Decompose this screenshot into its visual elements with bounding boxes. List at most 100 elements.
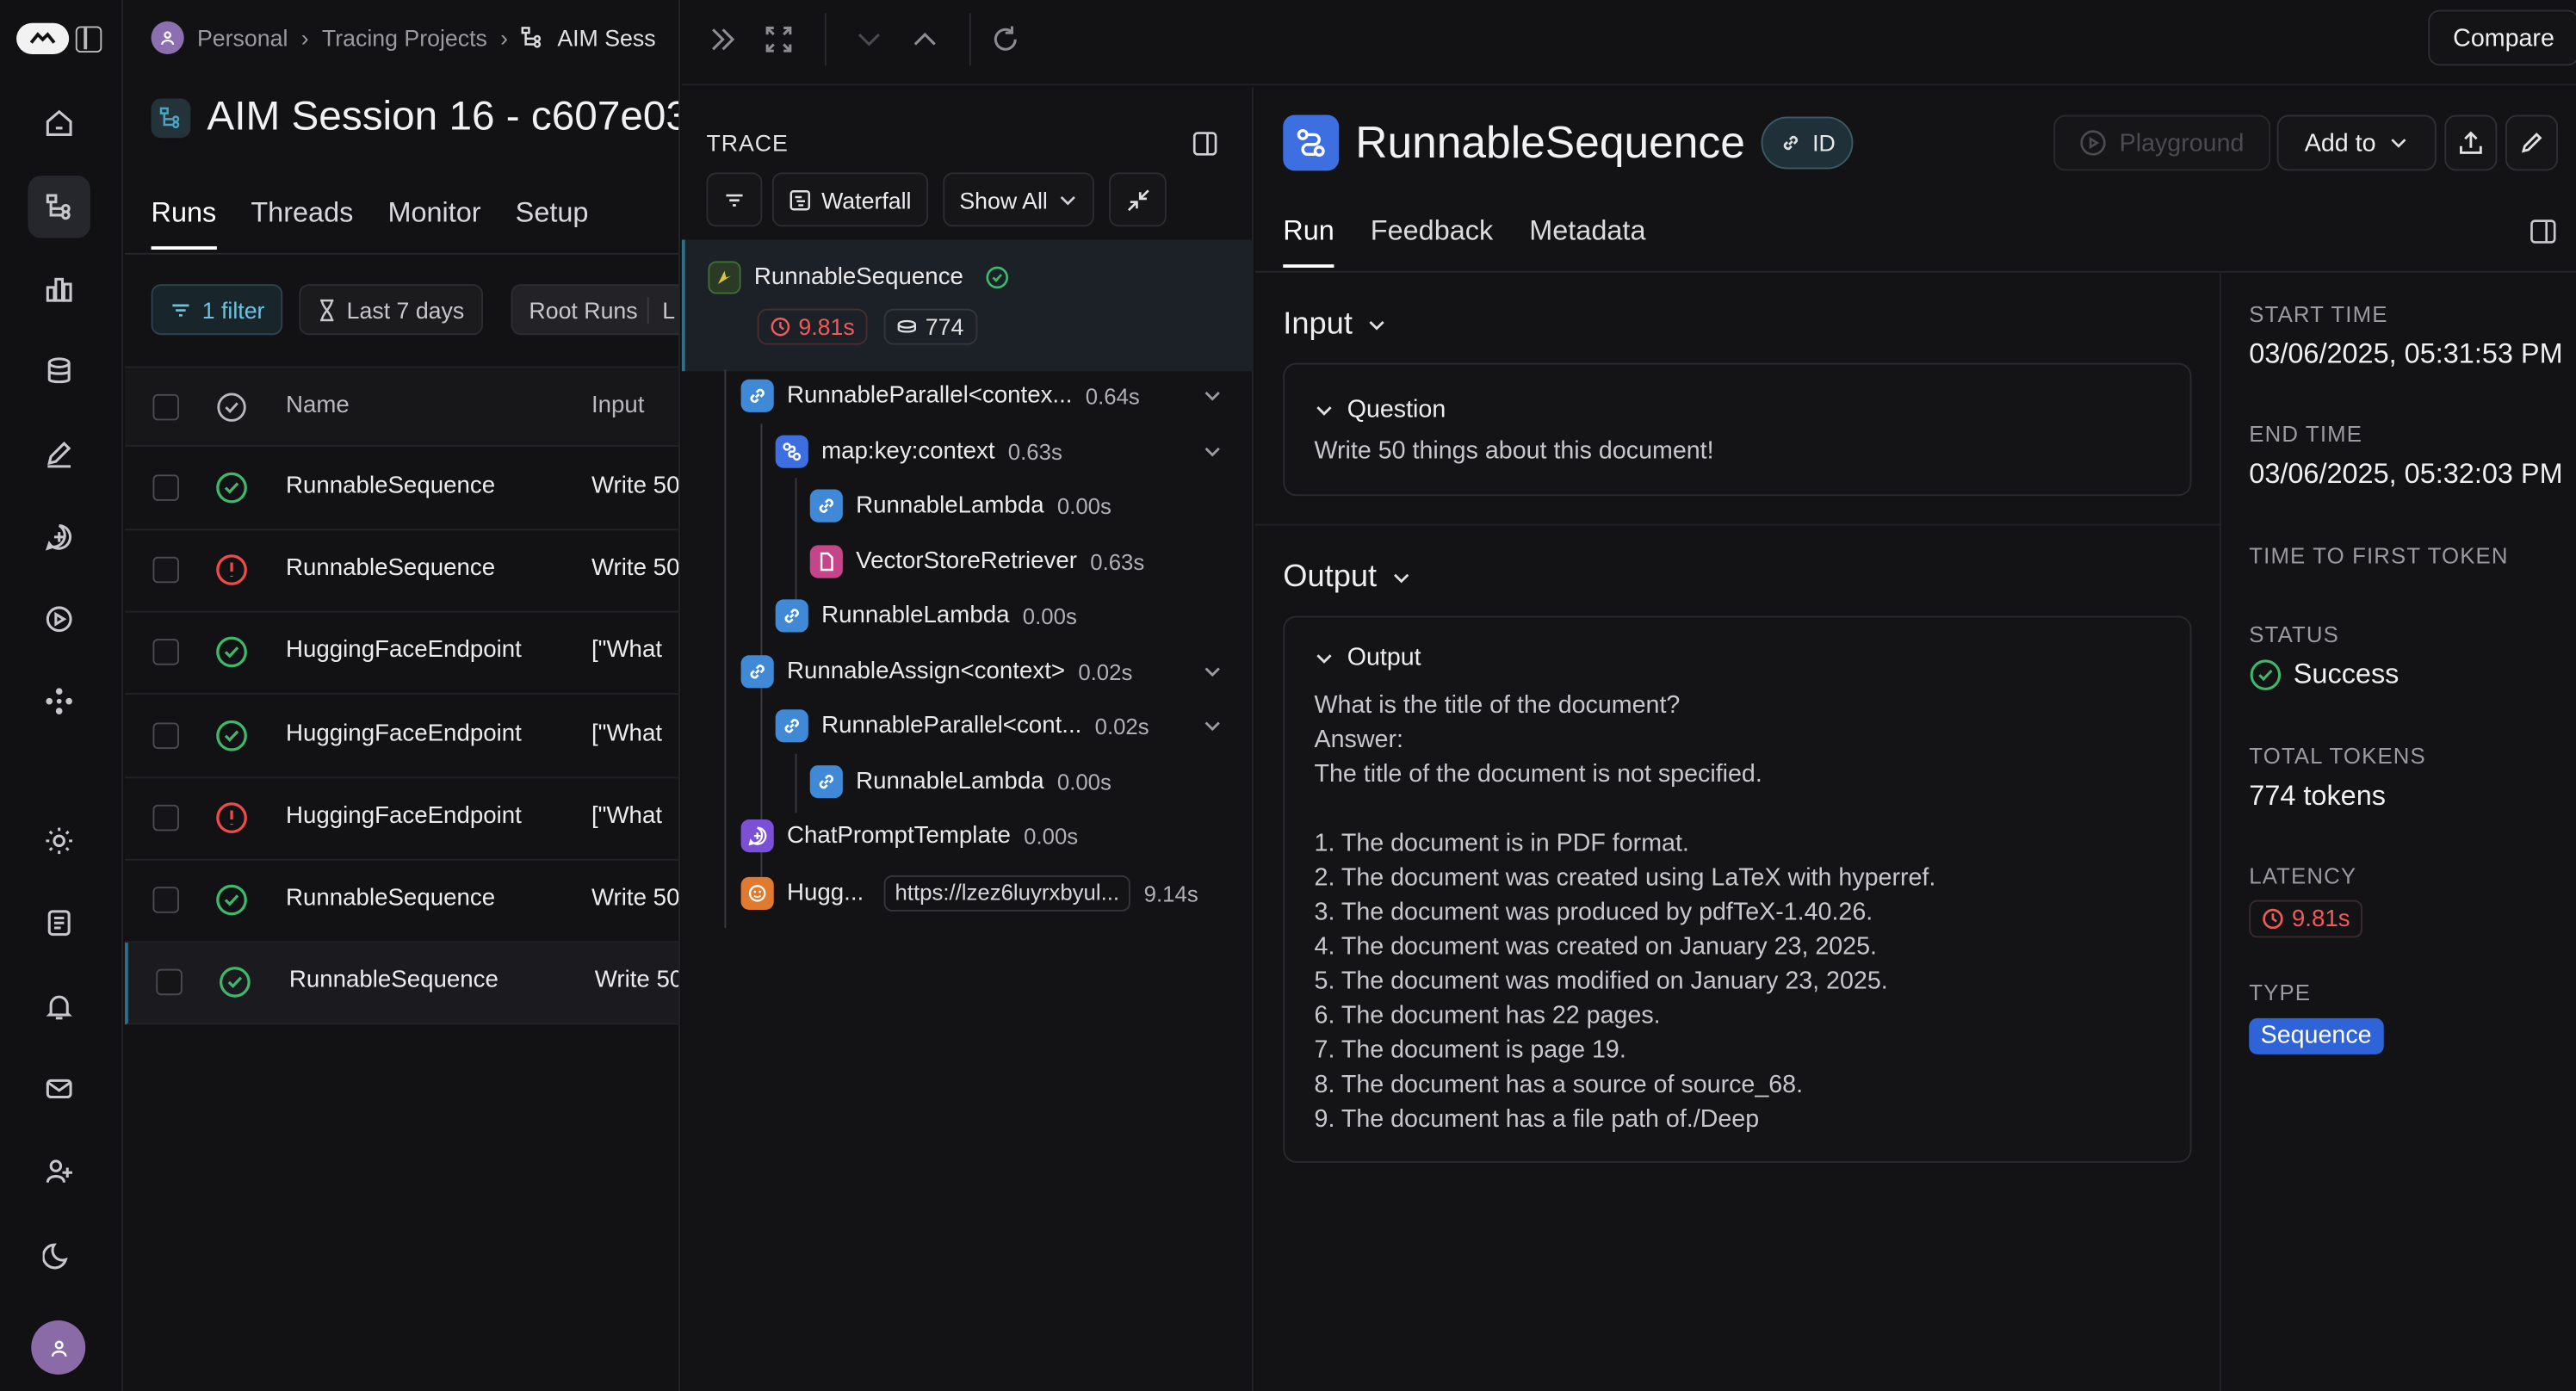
waterfall-label: Waterfall bbox=[821, 186, 912, 213]
row-checkbox[interactable] bbox=[152, 804, 179, 832]
show-all-dropdown[interactable]: Show All bbox=[943, 172, 1094, 227]
trace-node-duration: 0.00s bbox=[1024, 823, 1079, 849]
table-row[interactable]: HuggingFaceEndpoint ["What bbox=[125, 778, 679, 861]
trace-node[interactable]: Hugg... https://lzez6luyrxbyul... 9.14s bbox=[740, 875, 1198, 912]
playground-button[interactable]: Playground bbox=[2053, 114, 2271, 171]
panel-toggle-icon[interactable] bbox=[1192, 132, 1217, 157]
trace-node[interactable]: RunnableAssign<context> 0.02s bbox=[740, 655, 1132, 689]
row-checkbox[interactable] bbox=[152, 887, 179, 913]
trace-node[interactable]: VectorStoreRetriever 0.63s bbox=[809, 545, 1144, 578]
latency-value: 9.81s bbox=[2291, 906, 2350, 932]
annotation-pen-icon[interactable] bbox=[28, 422, 90, 485]
breadcrumb-current-project[interactable]: AIM Sess bbox=[557, 25, 655, 52]
mail-icon[interactable] bbox=[28, 1058, 90, 1121]
tab-setup[interactable]: Setup bbox=[516, 197, 589, 250]
collapse-double-chevron-icon[interactable] bbox=[705, 22, 741, 58]
chevron-down-icon[interactable] bbox=[851, 22, 887, 58]
start-time-value: 03/06/2025, 05:31:53 PM bbox=[2249, 338, 2563, 370]
column-input[interactable]: Input bbox=[591, 393, 678, 419]
tab-threads[interactable]: Threads bbox=[251, 197, 353, 250]
monitor-chart-icon[interactable] bbox=[28, 258, 90, 321]
row-checkbox[interactable] bbox=[152, 474, 179, 501]
tab-feedback[interactable]: Feedback bbox=[1371, 215, 1493, 268]
meta-divider bbox=[2219, 272, 2221, 1391]
table-row[interactable]: RunnableSequence Write 50 bbox=[125, 943, 679, 1025]
tab-monitor[interactable]: Monitor bbox=[387, 197, 480, 250]
table-row[interactable]: HuggingFaceEndpoint ["What bbox=[125, 696, 679, 779]
trace-node-name: RunnableParallel<cont... bbox=[821, 713, 1082, 739]
side-panel-toggle-icon[interactable] bbox=[2530, 219, 2557, 245]
copy-id-button[interactable]: ID bbox=[1761, 116, 1854, 170]
trace-node[interactable]: ChatPromptTemplate 0.00s bbox=[740, 819, 1079, 853]
expand-chevron-icon[interactable] bbox=[1201, 660, 1224, 683]
chevron-up-icon[interactable] bbox=[907, 22, 943, 58]
table-row[interactable]: RunnableSequence Write 50 bbox=[125, 530, 679, 613]
trace-root-row[interactable]: RunnableSequence 9.81s 774 bbox=[681, 239, 1254, 372]
expand-chevron-icon[interactable] bbox=[1201, 714, 1224, 738]
deployments-icon[interactable] bbox=[28, 670, 90, 733]
row-checkbox[interactable] bbox=[152, 722, 179, 750]
trace-node[interactable]: RunnableLambda 0.00s bbox=[809, 765, 1112, 799]
row-checkbox[interactable] bbox=[156, 968, 183, 996]
row-name: HuggingFaceEndpoint bbox=[286, 720, 522, 748]
settings-gear-icon[interactable] bbox=[28, 810, 90, 873]
logo[interactable] bbox=[16, 22, 70, 54]
llm-calls-toggle[interactable]: L bbox=[647, 296, 675, 323]
breadcrumb-personal[interactable]: Personal bbox=[197, 25, 288, 52]
tab-run[interactable]: Run bbox=[1283, 215, 1334, 268]
edit-button[interactable] bbox=[2505, 114, 2559, 171]
datasets-icon[interactable] bbox=[28, 340, 90, 403]
trace-node[interactable]: RunnableLambda 0.00s bbox=[775, 599, 1077, 633]
row-checkbox[interactable] bbox=[152, 639, 179, 665]
trace-node[interactable]: RunnableParallel<cont... 0.02s bbox=[775, 709, 1149, 743]
success-check-icon bbox=[216, 636, 247, 668]
column-name[interactable]: Name bbox=[286, 393, 350, 419]
collapse-all-button[interactable] bbox=[1109, 172, 1167, 227]
question-header[interactable]: Question bbox=[1315, 396, 1446, 423]
tab-runs[interactable]: Runs bbox=[151, 197, 217, 250]
sidebar-toggle-icon[interactable] bbox=[75, 26, 102, 53]
prompts-icon[interactable] bbox=[28, 506, 90, 569]
home-icon[interactable] bbox=[28, 92, 90, 155]
table-row[interactable]: HuggingFaceEndpoint ["What bbox=[125, 613, 679, 696]
trace-node[interactable]: RunnableParallel<contex... 0.64s bbox=[740, 379, 1140, 412]
play-circle-icon[interactable] bbox=[28, 588, 90, 651]
table-row[interactable]: RunnableSequence Write 50 bbox=[125, 448, 679, 531]
expand-chevron-icon[interactable] bbox=[1201, 440, 1224, 463]
time-range-button[interactable]: Last 7 days bbox=[299, 284, 483, 336]
root-runs-label: Root Runs bbox=[529, 296, 638, 323]
share-button[interactable] bbox=[2444, 114, 2498, 171]
filter-button[interactable]: 1 filter bbox=[151, 284, 283, 336]
expand-chevron-icon[interactable] bbox=[1201, 384, 1224, 407]
input-section-header[interactable]: Input bbox=[1283, 307, 1389, 343]
trace-node[interactable]: map:key:context 0.63s bbox=[775, 435, 1062, 468]
user-avatar[interactable] bbox=[31, 1320, 86, 1375]
notifications-bell-icon[interactable] bbox=[28, 975, 90, 1038]
output-section-header[interactable]: Output bbox=[1283, 560, 1413, 597]
start-time-label: START TIME bbox=[2249, 302, 2388, 327]
row-checkbox[interactable] bbox=[152, 556, 179, 584]
compare-button[interactable]: Compare bbox=[2428, 9, 2576, 66]
add-to-dropdown[interactable]: Add to bbox=[2276, 114, 2437, 171]
dark-mode-moon-icon[interactable] bbox=[28, 1223, 90, 1286]
output-subheader[interactable]: Output bbox=[1315, 644, 1421, 671]
tracing-icon[interactable] bbox=[28, 176, 90, 238]
add-user-icon[interactable] bbox=[28, 1140, 90, 1202]
select-all-checkbox[interactable] bbox=[152, 393, 179, 421]
docs-icon[interactable] bbox=[28, 892, 90, 955]
trace-panel: TRACE Waterfall Show All RunnableSequenc… bbox=[681, 87, 1254, 1391]
status-field: STATUS Success bbox=[2249, 622, 2399, 691]
input-card: Question Write 50 things about this docu… bbox=[1283, 362, 2192, 497]
project-icon bbox=[151, 97, 191, 138]
personal-avatar-icon bbox=[151, 21, 184, 54]
trace-filter-button[interactable] bbox=[706, 172, 763, 227]
expand-icon[interactable] bbox=[760, 22, 796, 58]
trace-node-name: Hugg... bbox=[787, 880, 864, 907]
root-runs-toggle[interactable]: Root Runs L bbox=[511, 284, 679, 336]
trace-node[interactable]: RunnableLambda 0.00s bbox=[809, 489, 1112, 522]
table-row[interactable]: RunnableSequence Write 50 bbox=[125, 861, 679, 943]
refresh-icon[interactable] bbox=[988, 22, 1024, 58]
waterfall-button[interactable]: Waterfall bbox=[771, 172, 928, 227]
tab-metadata[interactable]: Metadata bbox=[1529, 215, 1645, 268]
breadcrumb-tracing-projects[interactable]: Tracing Projects bbox=[322, 25, 487, 52]
